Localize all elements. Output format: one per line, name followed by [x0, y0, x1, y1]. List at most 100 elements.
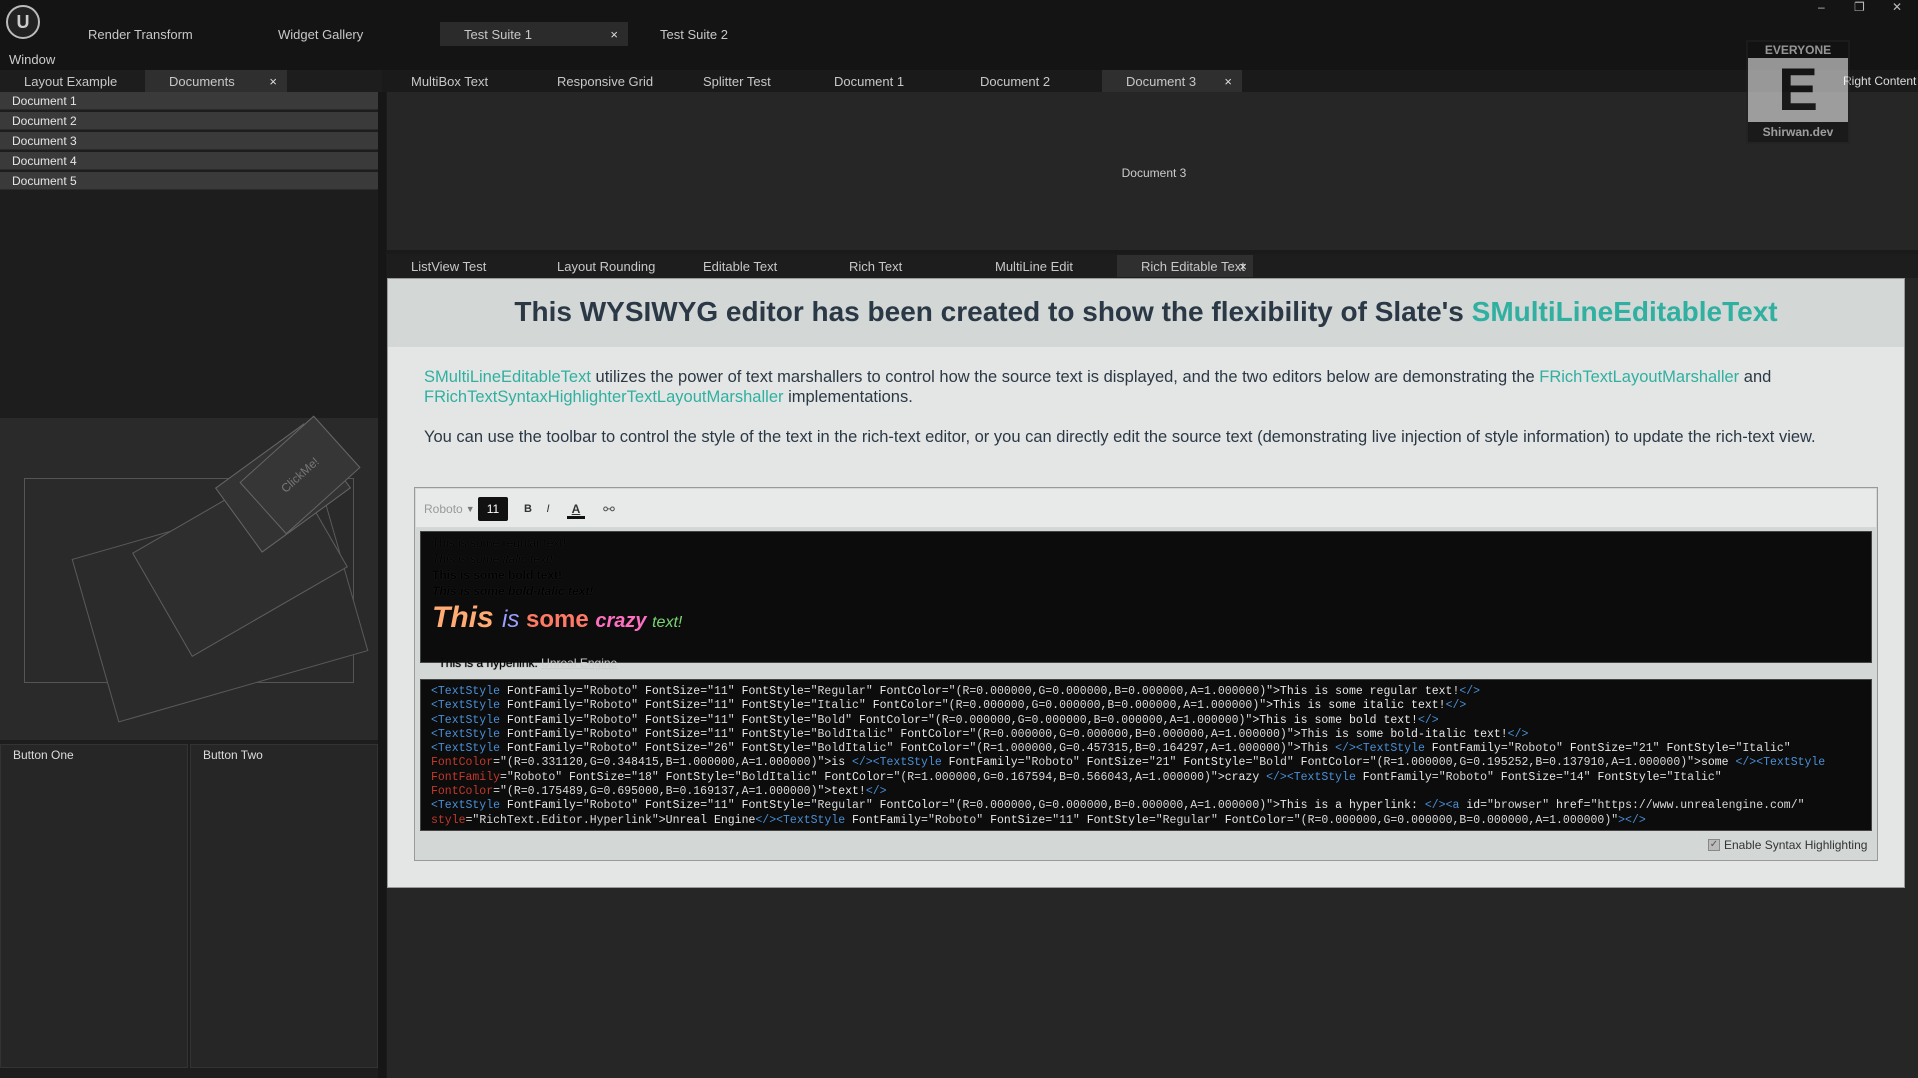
para1-link1[interactable]: SMultiLineEditableText [424, 368, 591, 386]
list-item[interactable]: Document 3 [0, 132, 378, 150]
upper-content-label: Document 3 [1121, 166, 1187, 180]
para1-text3: implementations. [783, 388, 913, 406]
upper-tab-document-3[interactable]: Document 3 × [1102, 70, 1242, 92]
italic-button[interactable]: I [538, 497, 558, 521]
tab-label: Rich Editable Text [1141, 258, 1245, 274]
hyperlink-prefix: This is a hyperlink: [438, 656, 542, 670]
rating-site: Shirwan.dev [1748, 122, 1848, 142]
close-icon[interactable]: × [1239, 259, 1247, 274]
upper-tab-responsive-grid[interactable]: Responsive Grid [533, 70, 673, 92]
para1-text1: utilizes the power of text marshallers t… [590, 368, 1540, 386]
crazy-crazy: crazy [595, 610, 653, 632]
close-icon[interactable]: × [1224, 74, 1232, 89]
button-one-label: Button One [13, 748, 74, 762]
crazy-is: is [502, 606, 527, 633]
left-tab-documents[interactable]: Documents × [145, 70, 287, 92]
font-dropdown[interactable]: Roboto ▼ [424, 498, 476, 520]
syntax-checkbox-label: Enable Syntax Highlighting [1724, 838, 1868, 852]
tab-test-suite-2[interactable]: Test Suite 2 [636, 22, 816, 46]
close-icon[interactable]: × [269, 74, 277, 89]
tab-render-transform[interactable]: Render Transform [64, 22, 244, 46]
document-list: Document 1 Document 2 Document 3 Documen… [0, 92, 378, 192]
source-line: <TextStyle FontFamily="Roboto" FontSize=… [431, 799, 1805, 813]
tab-label: Widget Gallery [278, 26, 364, 42]
heading-link[interactable]: SMultiLineEditableText [1472, 296, 1778, 327]
rich-crazy-line: This is some crazy text! [432, 600, 682, 641]
close-window-button[interactable]: ✕ [1892, 0, 1906, 16]
bold-button[interactable]: B [518, 497, 538, 521]
list-item[interactable]: Document 2 [0, 112, 378, 130]
crazy-some: some [526, 606, 596, 633]
tab-label: Layout Example [24, 73, 118, 89]
lower-tab-multiline-edit[interactable]: MultiLine Edit [971, 255, 1111, 277]
heading-text: This WYSIWYG editor has been created to … [514, 296, 1464, 327]
rating-badge: EVERYONE E Shirwan.dev [1746, 40, 1850, 144]
vertical-splitter[interactable] [378, 92, 386, 1078]
tab-label: Documents [169, 73, 235, 89]
source-line: <TextStyle FontFamily="Roboto" FontSize=… [431, 699, 1467, 713]
source-line: <TextStyle FontFamily="Roboto" FontSize=… [431, 727, 1529, 741]
editor-toolbar [416, 489, 1876, 527]
para1-text2: and [1739, 368, 1772, 386]
list-item[interactable]: Document 5 [0, 172, 378, 190]
para1-link2[interactable]: FRichTextLayoutMarshaller [1539, 368, 1739, 386]
syntax-highlight-toggle[interactable]: ✓ Enable Syntax Highlighting [1708, 838, 1867, 852]
source-line: FontFamily="Roboto" FontSize="18" FontSt… [431, 770, 1722, 784]
source-line: <TextStyle FontFamily="Roboto" FontSize=… [431, 713, 1439, 727]
tab-label: MultiBox Text [411, 73, 489, 89]
restore-button[interactable]: ❐ [1854, 0, 1868, 16]
list-item[interactable]: Document 1 [0, 92, 378, 110]
minimize-button[interactable]: – [1818, 0, 1832, 16]
upper-tab-splitter-test[interactable]: Splitter Test [679, 70, 819, 92]
tab-label: Document 1 [834, 73, 905, 89]
tab-label: Test Suite 1 [464, 26, 532, 42]
upper-tab-document-1[interactable]: Document 1 [810, 70, 950, 92]
button-two-label: Button Two [203, 748, 263, 762]
para1-link3[interactable]: FRichTextSyntaxHighlighterTextLayoutMars… [424, 388, 784, 406]
source-line: style="RichText.Editor.Hyperlink">Unreal… [431, 813, 1646, 827]
rich-text-view[interactable] [420, 531, 1872, 663]
tab-test-suite-1[interactable]: Test Suite 1 × [440, 22, 628, 46]
source-line: FontColor="(R=0.331120,G=0.348415,B=1.00… [431, 756, 1826, 770]
rich-line-bold-italic: This is some bold-italic text! [432, 584, 594, 598]
unreal-logo-icon[interactable]: U [6, 5, 40, 39]
upper-tab-multibox-text[interactable]: MultiBox Text [387, 70, 527, 92]
tab-label: Responsive Grid [557, 73, 654, 89]
tab-label: Render Transform [88, 26, 193, 42]
font-color-swatch [567, 516, 585, 519]
tab-label: Rich Text [849, 258, 903, 274]
crazy-text: text! [652, 614, 683, 631]
unreal-engine-link[interactable]: Unreal Engine [541, 656, 617, 670]
window-menu[interactable]: Window [9, 52, 55, 67]
close-icon[interactable]: × [610, 27, 618, 42]
source-line: <TextStyle FontFamily="Roboto" FontSize=… [431, 742, 1791, 756]
lower-tab-rich-text[interactable]: Rich Text [825, 255, 965, 277]
font-color-icon: A [571, 502, 581, 516]
lower-tab-rich-editable-text[interactable]: Rich Editable Text × [1117, 255, 1253, 277]
font-size-field[interactable]: 11 [478, 497, 508, 521]
lower-tab-editable-text[interactable]: Editable Text [679, 255, 819, 277]
button-one[interactable]: Button One [0, 744, 188, 1068]
rich-line-regular: This is some regular text! [432, 536, 567, 550]
tab-label: Test Suite 2 [660, 26, 728, 42]
crazy-this: This [432, 601, 503, 634]
chevron-down-icon: ▼ [465, 504, 475, 514]
tab-label: Splitter Test [703, 73, 771, 89]
tab-label: Editable Text [703, 258, 778, 274]
rich-line-bold: This is some bold text! [432, 568, 563, 582]
tab-label: Document 2 [980, 73, 1051, 89]
lower-tab-listview-test[interactable]: ListView Test [387, 255, 527, 277]
lower-tab-layout-rounding[interactable]: Layout Rounding [533, 255, 673, 277]
right-content-label: Right Content [1843, 74, 1917, 88]
syntax-checkbox[interactable]: ✓ [1708, 839, 1720, 851]
list-item[interactable]: Document 4 [0, 152, 378, 170]
source-text-view[interactable]: <TextStyle FontFamily="Roboto" FontSize=… [420, 679, 1872, 831]
left-tab-layout-example[interactable]: Layout Example [0, 70, 140, 92]
rich-line-italic: This is some italic text! [432, 552, 553, 566]
click-me-label: ClickMe! [278, 454, 322, 496]
editor-paragraph-1: SMultiLineEditableText utilizes the powe… [424, 367, 1884, 407]
upper-tab-document-2[interactable]: Document 2 [956, 70, 1096, 92]
tab-widget-gallery[interactable]: Widget Gallery [254, 22, 434, 46]
button-two[interactable]: Button Two [190, 744, 378, 1068]
hyperlink-icon[interactable]: ⚯ [598, 497, 620, 521]
